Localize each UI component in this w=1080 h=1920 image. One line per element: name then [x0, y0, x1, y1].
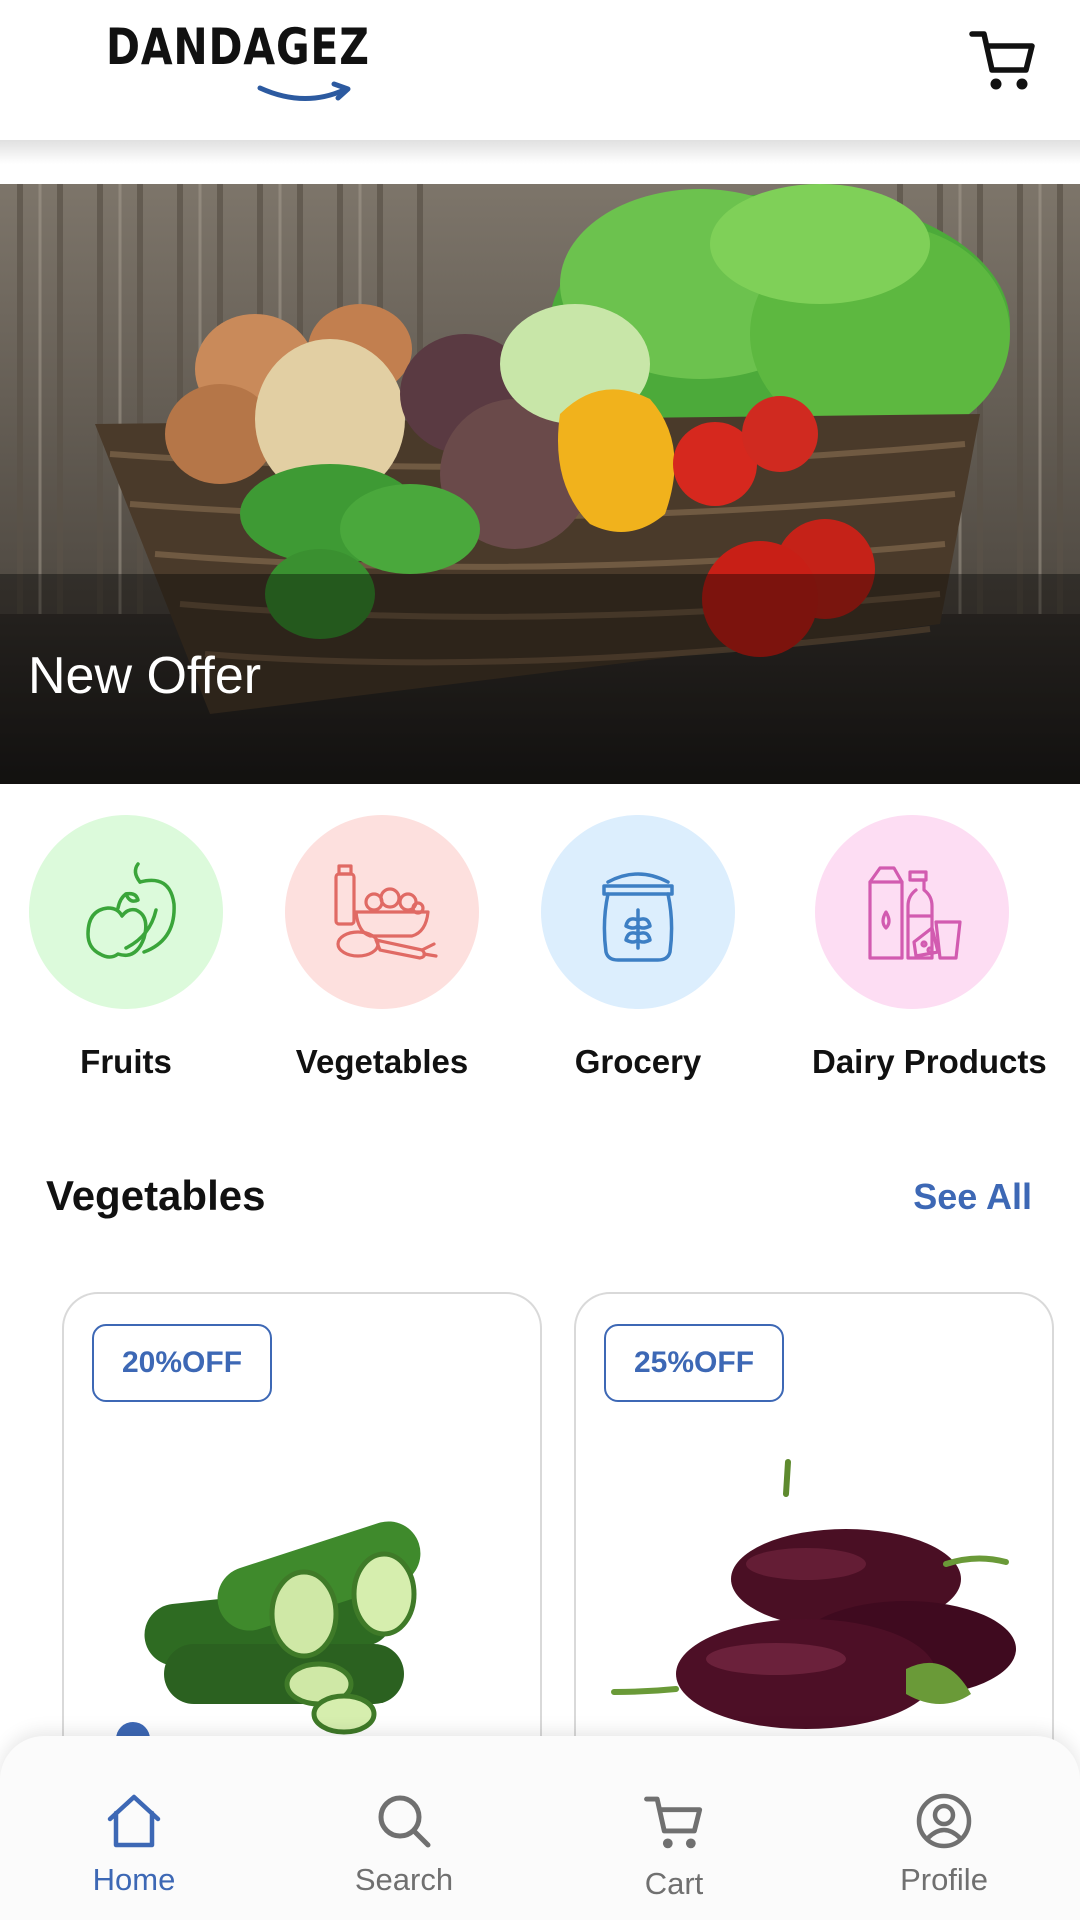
- category-vegetables[interactable]: Vegetables: [282, 815, 482, 1081]
- profile-icon: [916, 1793, 972, 1849]
- see-all-link[interactable]: See All: [913, 1176, 1032, 1218]
- category-grocery-circle: [541, 815, 735, 1009]
- category-fruits-label: Fruits: [80, 1043, 172, 1080]
- nav-cart-label: Cart: [644, 1866, 704, 1901]
- app-header: DANDAGEZ: [0, 0, 1080, 140]
- category-fruits-circle: [29, 815, 223, 1009]
- product-card[interactable]: 25%OFF: [574, 1292, 1054, 1752]
- grocery-icon: [602, 872, 674, 962]
- brand-logo[interactable]: DANDAGEZ: [106, 18, 369, 101]
- nav-home-label: Home: [92, 1862, 176, 1897]
- header-shadow: [0, 140, 1080, 164]
- cucumber-image: [144, 1521, 421, 1735]
- cart-icon: [969, 31, 1035, 90]
- category-grocery[interactable]: Grocery: [538, 815, 738, 1081]
- logo-smile-icon: [257, 81, 351, 101]
- discount-badge: 25%OFF: [604, 1324, 785, 1402]
- nav-cart[interactable]: Cart: [574, 1756, 774, 1920]
- dairy-icon: [868, 866, 962, 960]
- search-icon: [378, 1795, 431, 1848]
- nav-search[interactable]: Search: [304, 1756, 504, 1920]
- home-icon: [107, 1794, 161, 1848]
- promo-banner[interactable]: New Offer: [0, 184, 1080, 784]
- header-cart-button[interactable]: [968, 26, 1038, 96]
- category-dairy-products[interactable]: Dairy Products: [812, 815, 1047, 1081]
- category-vegetables-circle: [285, 815, 479, 1009]
- nav-profile-label: Profile: [900, 1862, 988, 1897]
- eggplant-image: [611, 1459, 1016, 1729]
- nav-home[interactable]: Home: [34, 1756, 234, 1920]
- nav-profile[interactable]: Profile: [844, 1756, 1044, 1920]
- category-fruits[interactable]: Fruits: [26, 815, 226, 1081]
- cart-icon: [644, 1796, 703, 1849]
- nav-search-label: Search: [354, 1862, 454, 1897]
- section-title: Vegetables: [46, 1172, 266, 1219]
- vegetables-icon: [334, 864, 438, 960]
- brand-logo-text: DANDAGEZ: [106, 18, 370, 76]
- category-vegetables-label: Vegetables: [295, 1043, 469, 1080]
- fruits-icon: [86, 862, 176, 959]
- category-dairy-label: Dairy Products: [812, 1043, 1047, 1080]
- discount-badge: 20%OFF: [92, 1324, 273, 1402]
- category-grocery-label: Grocery: [574, 1043, 702, 1080]
- banner-title: New Offer: [28, 647, 262, 705]
- product-card[interactable]: 20%OFF: [62, 1292, 542, 1752]
- category-dairy-circle: [815, 815, 1009, 1009]
